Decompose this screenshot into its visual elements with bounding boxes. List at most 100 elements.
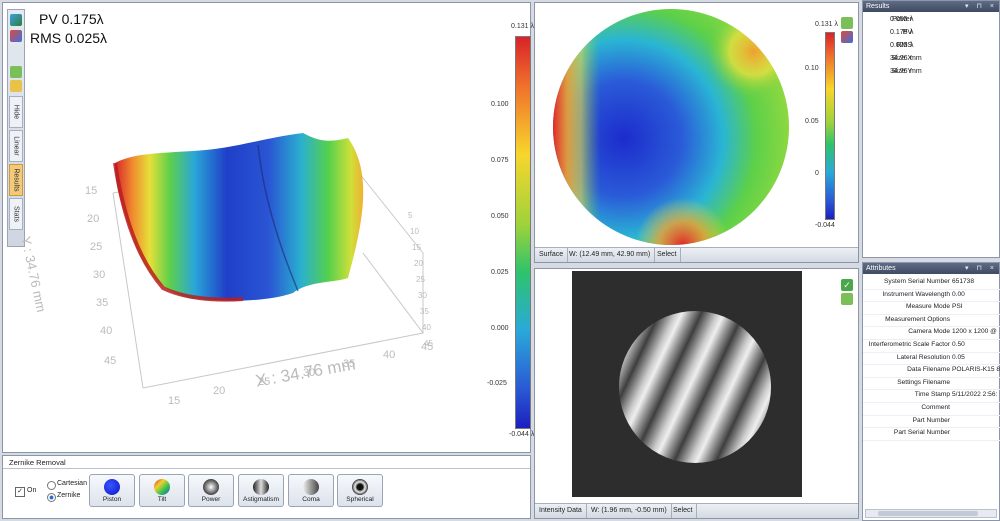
cartesian-label: Cartesian (57, 480, 87, 487)
view-rotate-icon[interactable] (10, 30, 22, 42)
image-icon[interactable] (10, 80, 22, 92)
y-tick: 15 (85, 185, 98, 197)
intensity-panel[interactable]: ✓ Intensity Data W: (1.96 mm, -0.50 mm) … (534, 268, 859, 519)
piston-button[interactable]: Piston (89, 474, 135, 507)
attribute-label: Interferometric Scale Factor (868, 341, 950, 348)
intensity-statusbar: Intensity Data W: (1.96 mm, -0.50 mm) Se… (535, 503, 858, 518)
x-tick: 15 (168, 395, 181, 407)
intensity-image[interactable] (572, 271, 802, 497)
main-scale-tick: 0.075 (491, 157, 509, 164)
expand-icon[interactable] (841, 293, 853, 305)
attribute-row: Part Serial Number (863, 427, 1000, 441)
result-row: Power 0.055 λ (863, 14, 999, 26)
attribute-label: Lateral Resolution (896, 353, 950, 361)
zernike-on-checkbox[interactable]: ✓ (15, 487, 25, 497)
results-titlebar: Results ▾ ⊓ × (863, 1, 999, 12)
surface-scale-max: 0.131 λ (815, 21, 838, 28)
main-scale-max-value: 0.131 (511, 23, 529, 30)
x-tick: 20 (213, 385, 226, 397)
zernike-radio[interactable] (47, 493, 56, 502)
attribute-row: Measure Mode PSI (863, 301, 1000, 315)
attributes-panel: Attributes ▾ ⊓ × System Serial Number 651… (862, 262, 1000, 521)
surface-scale-tick: 0.10 (805, 65, 819, 72)
main-color-scale (515, 36, 531, 429)
attribute-row: Data Filename POLARIS-K15 80 (863, 364, 1000, 378)
surface-map-bottom (553, 9, 789, 245)
surface-statusbar: Surface W: (12.49 mm, 42.90 mm) Select (535, 247, 858, 262)
x-tick: 25 (258, 376, 271, 388)
attribute-row: Time Stamp 5/11/2022 2:56: (863, 389, 1000, 403)
result-unit: λ (910, 16, 914, 23)
result-unit: λ (910, 29, 914, 36)
y-tick: 25 (90, 241, 103, 253)
tab-hide[interactable]: Hide (9, 96, 23, 128)
cartesian-radio[interactable] (47, 481, 56, 490)
attribute-value: 1200 x 1200 @ (952, 328, 997, 336)
tilt-button[interactable]: Tilt (139, 474, 185, 507)
result-value: 0.055 (890, 16, 908, 23)
main-scale-max: 0.131 λ (511, 23, 534, 30)
tab-linear-label: Linear (12, 136, 20, 156)
coma-icon (303, 479, 319, 495)
panel-controls-icon[interactable]: ▾ ⊓ × (965, 263, 997, 274)
attribute-row: Instrument Wavelength 0.00 (863, 289, 1000, 303)
panel-controls-icon[interactable]: ▾ ⊓ × (965, 1, 997, 12)
side-tick: 15 (412, 243, 421, 252)
side-tick: 45 (424, 339, 433, 348)
surface-panel[interactable]: 0.131 λ 0.10 0.05 0 -0.044 Surface W: (1… (534, 2, 859, 263)
attribute-row: Lateral Resolution 0.05 (863, 352, 1000, 366)
zernike-label: Zernike (57, 492, 81, 499)
intensity-toolbar: ✓ (841, 279, 855, 309)
horizontal-scrollbar[interactable] (865, 509, 997, 518)
attribute-value: POLARIS-K15 80 (952, 366, 1000, 374)
tab-hide-label: Hide (12, 104, 20, 120)
pv-overlay: PV 0.175λ (39, 11, 104, 27)
main-scale-min: -0.044 λ (509, 431, 534, 438)
spherical-button[interactable]: Spherical (337, 474, 383, 507)
surface-status-select[interactable]: Select (653, 248, 682, 262)
x-tick: 35 (343, 358, 356, 370)
zernike-title: Zernike Removal (9, 458, 66, 467)
zernike-title-divider (3, 468, 530, 469)
plot3d-panel[interactable]: Hide Linear Results Stats PV 0.175λ RMS … (2, 2, 534, 453)
expand-icon[interactable] (841, 17, 853, 29)
side-tick: 5 (408, 211, 413, 220)
power-icon (203, 479, 219, 495)
palette-icon[interactable] (841, 31, 853, 43)
results-panel: Results ▾ ⊓ × Power 0.055 λ PV 0.175 λ RMS 0.… (862, 0, 1000, 258)
surface-scale-unit: λ (834, 21, 838, 28)
intensity-status-coords: W: (1.96 mm, -0.50 mm) (587, 504, 672, 518)
attribute-value: 5/11/2022 2:56: (952, 391, 998, 399)
attribute-row: System Serial Number 651738 (863, 276, 1000, 290)
y-tick: 20 (87, 213, 100, 225)
tab-results[interactable]: Results (9, 164, 23, 196)
coma-button[interactable]: Coma (288, 474, 334, 507)
side-tick: 10 (410, 227, 419, 236)
result-row: Size X 34.76 mm (863, 53, 999, 65)
result-value: 0.175 (890, 29, 908, 36)
power-button[interactable]: Power (188, 474, 234, 507)
attribute-value: PSI (952, 303, 963, 311)
attribute-row: Interferometric Scale Factor 0.50 (863, 339, 1000, 353)
tab-linear[interactable]: Linear (9, 130, 23, 162)
y-tick: 40 (100, 325, 113, 337)
attribute-label: Data Filename (907, 366, 950, 374)
view-3d-icon[interactable] (10, 14, 22, 26)
attribute-label: Camera Mode (908, 328, 950, 336)
check-icon[interactable]: ✓ (841, 279, 853, 291)
expand-icon[interactable] (10, 66, 22, 78)
view-toolbar: Hide Linear Results Stats (7, 9, 25, 247)
surface-3d-plot[interactable] (63, 113, 463, 413)
result-unit: mm (910, 55, 922, 62)
astigmatism-button[interactable]: Astigmatism (238, 474, 284, 507)
piston-icon (104, 479, 120, 495)
surface-scale-tick: 0.05 (805, 118, 819, 125)
scrollbar-thumb[interactable] (878, 511, 978, 516)
main-scale-tick: 0.050 (491, 213, 509, 220)
intensity-status-select[interactable]: Select (669, 504, 698, 518)
surface-toolbar (841, 17, 855, 47)
surface-map[interactable] (551, 7, 791, 247)
tab-stats[interactable]: Stats (9, 198, 23, 230)
attribute-label: Measure Mode (906, 303, 950, 311)
tilt-label: Tilt (157, 496, 167, 503)
